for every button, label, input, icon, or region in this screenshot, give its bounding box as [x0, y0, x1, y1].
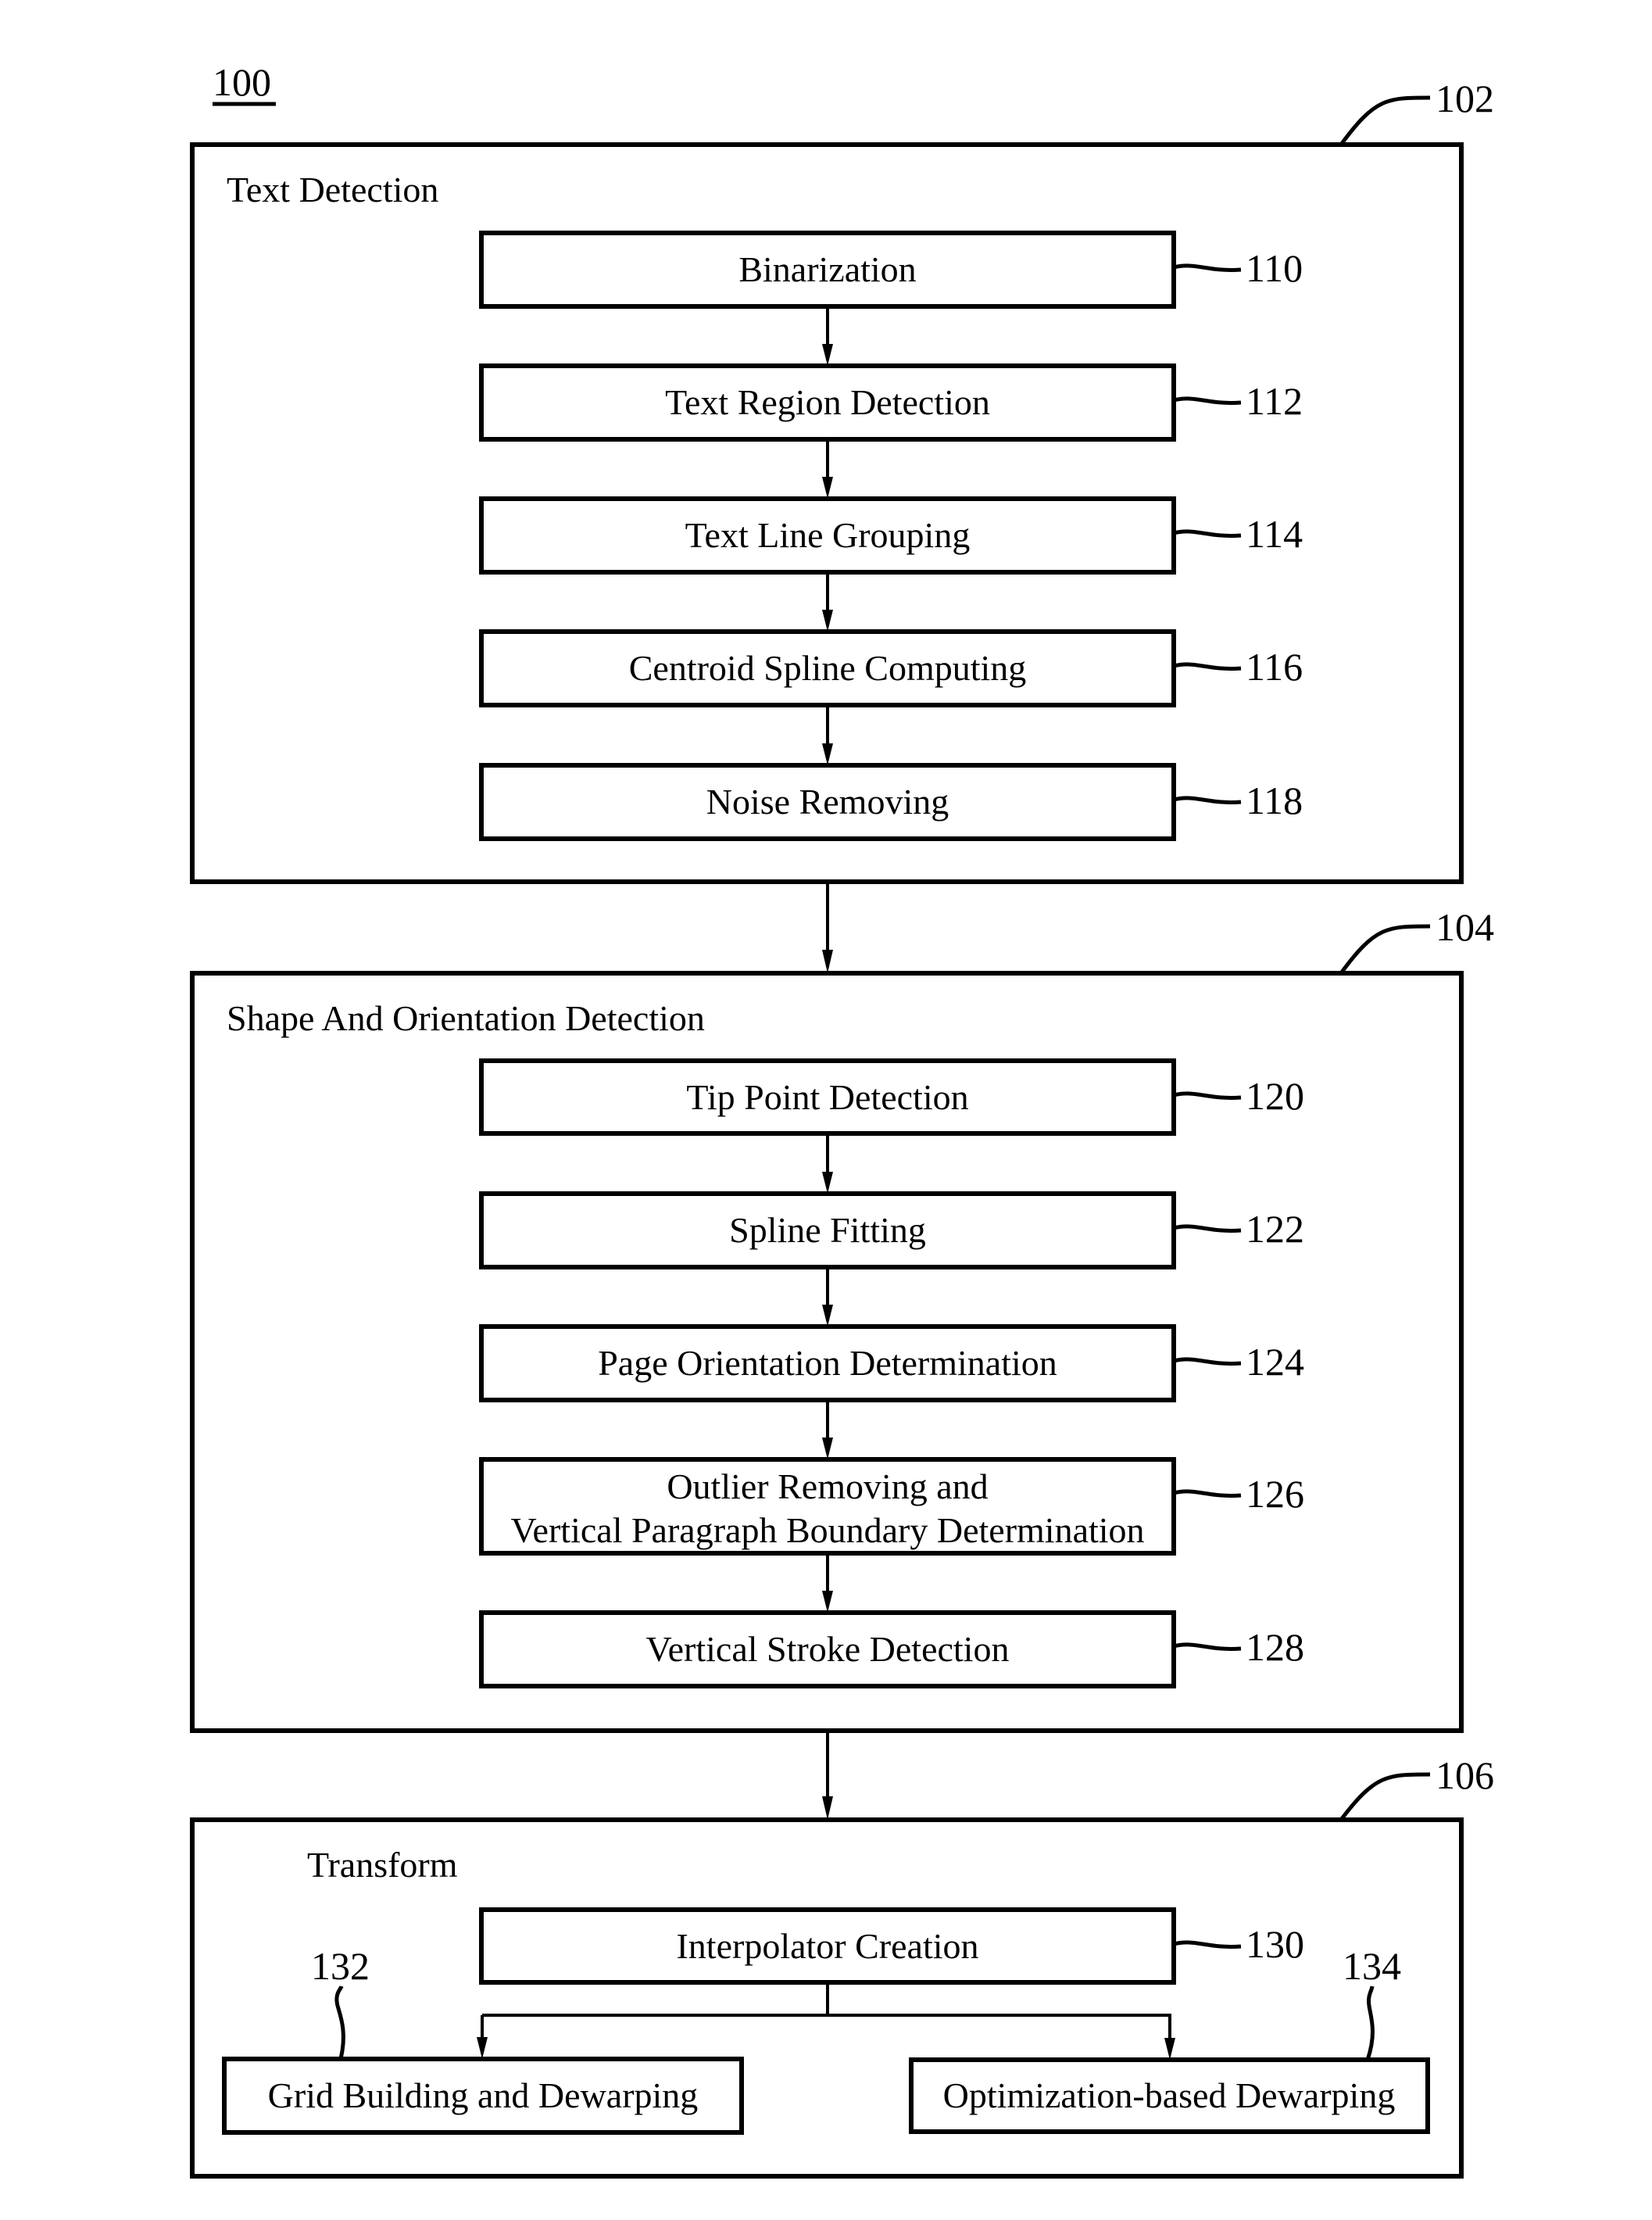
- step-ref-leader: [1173, 1091, 1242, 1100]
- step-ref-leader: [334, 1985, 345, 2060]
- arrow: [822, 1400, 833, 1459]
- section-shape-orientation-detection: 104 Shape And Orientation Detection Tip …: [190, 905, 1494, 1733]
- step-ref-leader: [1173, 1489, 1242, 1498]
- step-ref-number: 114: [1246, 512, 1303, 556]
- step-ref-leader: [1365, 1985, 1375, 2061]
- step-ref-number: 128: [1246, 1625, 1304, 1669]
- step-ref-leader: [1173, 529, 1242, 538]
- step-label: Tip Point Detection: [686, 1077, 968, 1117]
- step-label-line-2: Vertical Paragraph Boundary Determinatio…: [510, 1510, 1144, 1550]
- step-binarization: Binarization 110: [479, 231, 1303, 309]
- step-label: Vertical Stroke Detection: [646, 1629, 1010, 1669]
- step-ref-number: 112: [1246, 379, 1303, 423]
- section-text-detection: 102 Text Detection Binarization 110 Text…: [190, 77, 1494, 884]
- step-ref-leader: [1173, 1940, 1242, 1949]
- step-ref-number: 120: [1246, 1074, 1304, 1118]
- arrow: [822, 705, 833, 765]
- step-outlier-removing-boundary-determination: Outlier Removing and Vertical Paragraph …: [479, 1457, 1304, 1556]
- arrow-text-detection-to-shape: [822, 882, 833, 973]
- step-ref-number: 124: [1246, 1340, 1304, 1384]
- step-text-region-detection: Text Region Detection 112: [479, 363, 1303, 442]
- step-spline-fitting: Spline Fitting 122: [479, 1191, 1304, 1269]
- step-label-line-1: Outlier Removing and: [667, 1466, 988, 1506]
- section-title: Shape And Orientation Detection: [227, 998, 705, 1038]
- arrow-shape-to-transform: [822, 1731, 833, 1820]
- step-text-line-grouping: Text Line Grouping 114: [479, 496, 1303, 575]
- step-ref-number: 118: [1246, 779, 1303, 822]
- arrow: [822, 1133, 833, 1194]
- step-ref-leader: [1173, 263, 1242, 272]
- step-label: Text Line Grouping: [685, 515, 971, 555]
- step-noise-removing: Noise Removing 118: [479, 763, 1303, 841]
- step-label: Centroid Spline Computing: [629, 648, 1027, 688]
- branch-connector: [477, 1982, 1175, 2060]
- arrow: [822, 1267, 833, 1327]
- arrow: [822, 1553, 833, 1613]
- section-transform: 106 Transform Interpolator Creation 130 …: [190, 1753, 1494, 2179]
- figure-ref-number: 100: [213, 60, 271, 104]
- step-ref-leader: [1173, 1642, 1242, 1651]
- step-ref-number: 122: [1246, 1207, 1304, 1251]
- step-ref-number: 132: [311, 1944, 370, 1988]
- step-ref-leader: [1173, 662, 1242, 671]
- step-ref-number: 126: [1246, 1472, 1304, 1516]
- step-ref-leader: [1173, 1224, 1242, 1233]
- step-interpolator-creation: Interpolator Creation 130: [479, 1907, 1304, 1985]
- step-label: Page Orientation Determination: [598, 1343, 1057, 1383]
- step-label: Spline Fitting: [729, 1210, 926, 1250]
- section-title: Text Detection: [227, 170, 438, 209]
- step-ref-leader: [1173, 1357, 1242, 1366]
- step-label: Text Region Detection: [665, 382, 990, 422]
- step-label: Grid Building and Dewarping: [268, 2075, 699, 2115]
- section-ref-leader: [1339, 924, 1431, 975]
- step-ref-number: 110: [1246, 246, 1303, 290]
- step-page-orientation-determination: Page Orientation Determination 124: [479, 1324, 1304, 1402]
- section-ref-leader: [1339, 95, 1431, 146]
- step-ref-number: 116: [1246, 645, 1303, 689]
- step-ref-leader: [1173, 796, 1242, 804]
- step-ref-leader: [1173, 396, 1242, 405]
- section-ref-number: 102: [1436, 77, 1494, 120]
- step-ref-number: 130: [1246, 1922, 1304, 1966]
- step-label: Noise Removing: [706, 782, 949, 822]
- step-label: Optimization-based Dewarping: [943, 2075, 1396, 2115]
- section-ref-leader: [1339, 1772, 1431, 1821]
- step-vertical-stroke-detection: Vertical Stroke Detection 128: [479, 1610, 1304, 1688]
- step-tip-point-detection: Tip Point Detection 120: [479, 1058, 1304, 1136]
- section-title: Transform: [307, 1845, 458, 1885]
- arrow: [822, 439, 833, 499]
- flowchart-diagram: 100 102 Text Detection Binarization 110 …: [190, 60, 1494, 2179]
- step-centroid-spline-computing: Centroid Spline Computing 116: [479, 629, 1303, 707]
- step-ref-number: 134: [1343, 1944, 1401, 1988]
- step-label: Interpolator Creation: [676, 1926, 978, 1966]
- section-ref-number: 106: [1436, 1753, 1494, 1797]
- arrow: [822, 572, 833, 632]
- section-ref-number: 104: [1436, 905, 1494, 949]
- arrow: [822, 306, 833, 366]
- step-label: Binarization: [738, 249, 916, 289]
